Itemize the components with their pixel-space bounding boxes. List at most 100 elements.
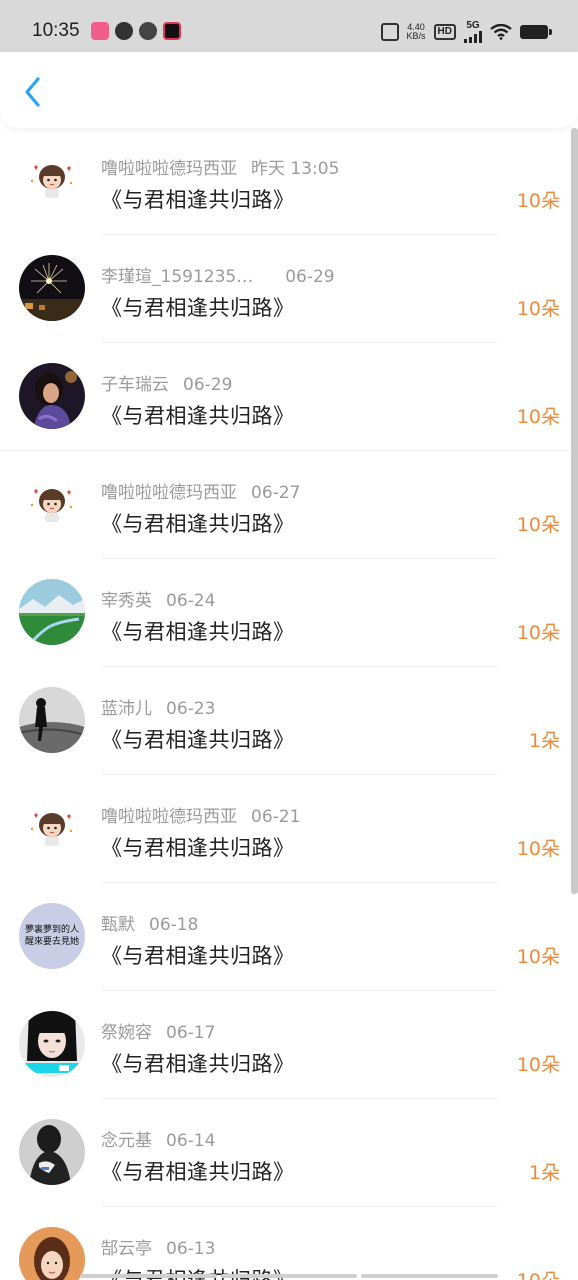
scrollbar[interactable] [571,128,578,894]
sender-meta: 祭婉容 06-17 [101,1018,215,1043]
avatar [19,147,85,213]
avatar [19,1227,85,1280]
send-date: 06-29 [183,375,233,395]
status-bar: 10:35 4.40 KB/s HD 5G [0,0,578,52]
sender-name: 甄默 [101,915,135,935]
wifi-icon [490,23,512,40]
sender-meta: 子车瑞云 06-29 [101,370,232,395]
flower-count: 10朵 [516,1054,560,1076]
sender-name: 噜啦啦啦德玛西亚 [101,159,237,179]
system-icons: 4.40 KB/s HD 5G [380,20,552,43]
divider [101,882,498,883]
flower-count: 1朵 [528,730,560,752]
list-item[interactable]: 噜啦啦啦德玛西亚 06-21 《与君相逢共归路》 10朵 [0,776,578,884]
signal-label: 5G [466,20,480,31]
sender-name: 噜啦啦啦德玛西亚 [101,807,237,827]
sender-name: 念元基 [101,1131,152,1151]
list-item[interactable]: 宰秀英 06-24 《与君相逢共归路》 10朵 [0,560,578,668]
list-item[interactable]: 蓝沛儿 06-23 《与君相逢共归路》 1朵 [0,668,578,776]
send-date: 06-13 [166,1239,216,1259]
work-title: 《与君相逢共归路》 [101,512,295,536]
status-time: 10:35 [32,20,80,41]
send-date: 06-18 [149,915,199,935]
network-speed-unit: KB/s [406,30,426,41]
avatar [19,471,85,537]
vibrate-icon [380,22,399,41]
list-item[interactable]: 念元基 06-14 《与君相逢共归路》 1朵 [0,1100,578,1208]
divider [101,666,498,667]
sender-name: 蓝沛儿 [101,699,152,719]
work-title: 《与君相逢共归路》 [101,1160,295,1184]
divider [0,450,578,451]
flower-count: 10朵 [516,514,560,536]
send-date: 06-23 [166,699,216,719]
flower-count: 10朵 [516,838,560,860]
sender-name: 李瑾瑄_1591235… [101,267,254,287]
app-notification-icon [139,22,157,40]
avatar [19,363,85,429]
list-item[interactable]: 夢裏夢到的人 醒來要去見她 甄默 06-18 《与君相逢共归路》 10朵 [0,884,578,992]
sender-meta: 念元基 06-14 [101,1126,215,1151]
flower-count: 10朵 [516,406,560,428]
battery-icon [520,24,552,39]
divider [101,558,498,559]
sender-meta: 宰秀英 06-24 [101,586,215,611]
flower-count: 10朵 [517,1266,560,1280]
divider [101,990,498,991]
notification-icons [91,22,181,40]
list-item[interactable]: 子车瑞云 06-29 《与君相逢共归路》 10朵 [0,344,578,452]
sender-meta: 蓝沛儿 06-23 [101,694,215,719]
work-title: 《与君相逢共归路》 [101,836,295,860]
divider [101,1206,498,1207]
avatar [19,795,85,861]
list-item[interactable]: 噜啦啦啦德玛西亚 昨天 13:05 《与君相逢共归路》 10朵 [0,128,578,236]
avatar [19,579,85,645]
sender-name: 郜云亭 [101,1239,152,1259]
gift-record-list: 噜啦啦啦德玛西亚 昨天 13:05 《与君相逢共归路》 10朵 李瑾瑄_15912… [0,128,578,1280]
sender-meta: 李瑾瑄_1591235… 06-29 [101,262,335,287]
avatar [19,1011,85,1077]
flower-count: 10朵 [516,298,560,320]
avatar [19,1119,85,1185]
flower-count: 10朵 [516,946,560,968]
avatar [19,687,85,753]
avatar: 夢裏夢到的人 醒來要去見她 [19,903,85,969]
list-item[interactable]: 祭婉容 06-17 《与君相逢共归路》 10朵 [0,992,578,1100]
send-date: 06-24 [166,591,216,611]
sender-name: 宰秀英 [101,591,152,611]
send-date: 06-14 [166,1131,216,1151]
work-title: 《与君相逢共归路》 [101,944,295,968]
work-title: 《与君相逢共归路》 [101,188,295,212]
app-notification-icon [91,22,109,40]
divider [101,774,498,775]
send-date: 06-17 [166,1023,216,1043]
sender-meta: 噜啦啦啦德玛西亚 06-27 [101,478,300,503]
home-indicator [80,1274,499,1278]
work-title: 《与君相逢共归路》 [101,404,295,428]
list-item[interactable]: 李瑾瑄_1591235… 06-29 《与君相逢共归路》 10朵 [0,236,578,344]
hd-icon: HD [433,23,456,40]
top-nav-bar [0,52,578,128]
avatar-text-line-1: 夢裏夢到的人 [24,925,79,935]
avatar-text-line-2: 醒來要去見她 [24,937,79,947]
network-speed: 4.40 KB/s [406,22,426,41]
sender-meta: 甄默 06-18 [101,910,198,935]
divider [101,342,498,343]
sender-meta: 噜啦啦啦德玛西亚 昨天 13:05 [101,154,339,179]
chevron-left-icon [25,77,40,107]
sender-meta: 郜云亭 06-13 [101,1234,215,1259]
send-date: 06-21 [251,807,301,827]
app-notification-icon [163,22,181,40]
send-date: 06-27 [251,483,301,503]
app-notification-icon [115,22,133,40]
flower-count: 10朵 [516,190,560,212]
back-button[interactable] [16,76,48,108]
signal-icon: 5G [464,20,482,43]
sender-meta: 噜啦啦啦德玛西亚 06-21 [101,802,300,827]
flower-count: 10朵 [516,622,560,644]
work-title: 《与君相逢共归路》 [101,1052,295,1076]
avatar [19,255,85,321]
list-item[interactable]: 噜啦啦啦德玛西亚 06-27 《与君相逢共归路》 10朵 [0,452,578,560]
list-item[interactable]: 郜云亭06-13 《与君相逢共归路》 10朵 [0,1208,578,1280]
send-date: 06-29 [285,267,335,287]
